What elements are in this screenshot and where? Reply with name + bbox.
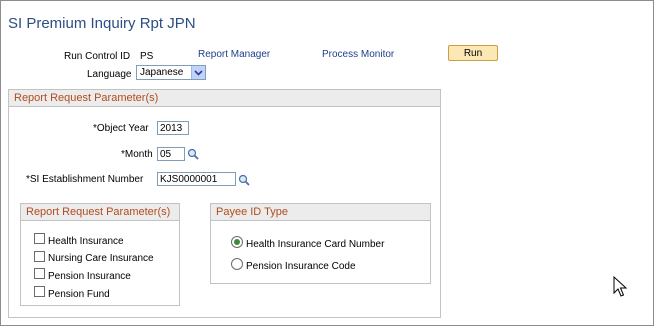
magnifier-icon[interactable] — [238, 174, 250, 186]
nursing-care-checkbox[interactable] — [34, 251, 45, 262]
object-year-label: *Object Year — [93, 123, 149, 134]
health-card-number-radio[interactable] — [231, 236, 243, 248]
report-request-header: Report Request Parameter(s) — [9, 90, 440, 107]
run-control-label: Run Control ID — [64, 51, 131, 62]
chevron-down-icon[interactable] — [191, 66, 205, 79]
object-year-input[interactable] — [157, 121, 189, 135]
radio-selected-dot — [234, 239, 240, 245]
health-card-number-label: Health Insurance Card Number — [246, 239, 385, 250]
establishment-label: *SI Establishment Number — [26, 174, 144, 185]
nursing-care-label: Nursing Care Insurance — [48, 253, 154, 264]
language-select[interactable]: Japanese — [136, 65, 206, 80]
pension-insurance-checkbox[interactable] — [34, 268, 45, 279]
health-insurance-label: Health Insurance — [48, 236, 124, 247]
run-control-value: PS — [140, 51, 154, 62]
pension-insurance-label: Pension Insurance — [48, 271, 131, 282]
run-button[interactable]: Run — [448, 45, 498, 61]
pension-code-radio[interactable] — [231, 258, 243, 270]
pension-code-label: Pension Insurance Code — [246, 261, 356, 272]
health-insurance-checkbox[interactable] — [34, 233, 45, 244]
page-title: SI Premium Inquiry Rpt JPN — [8, 15, 196, 32]
language-label: Language — [87, 69, 132, 80]
language-select-value: Japanese — [140, 67, 184, 78]
magnifier-icon[interactable] — [187, 148, 199, 160]
month-label: *Month — [121, 149, 153, 160]
insurance-types-header: Report Request Parameter(s) — [21, 204, 179, 221]
pension-fund-checkbox[interactable] — [34, 286, 45, 297]
payee-id-type-header: Payee ID Type — [211, 204, 430, 221]
report-manager-link[interactable]: Report Manager — [198, 49, 270, 60]
pension-fund-label: Pension Fund — [48, 289, 110, 300]
establishment-input[interactable] — [157, 172, 236, 186]
mouse-pointer-icon — [613, 275, 628, 301]
process-monitor-link[interactable]: Process Monitor — [322, 49, 394, 60]
month-input[interactable] — [157, 147, 185, 161]
